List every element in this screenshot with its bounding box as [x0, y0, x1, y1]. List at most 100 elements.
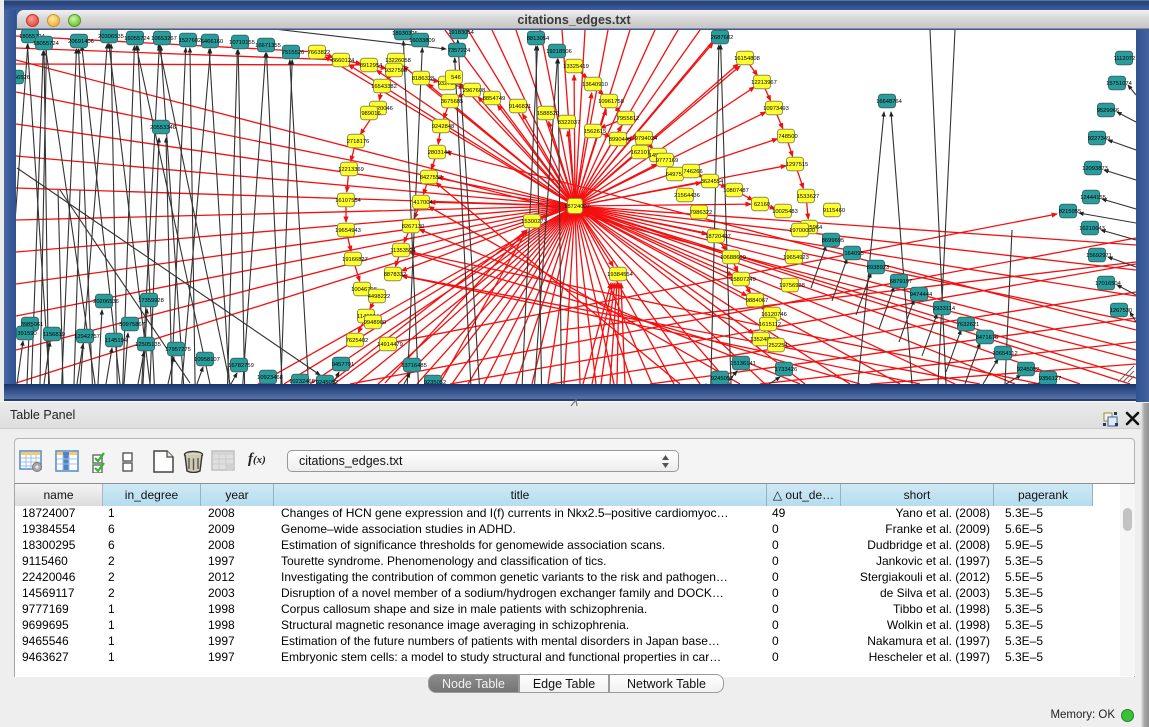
svg-text:15807249: 15807249 — [730, 277, 756, 283]
svg-text:9115460: 9115460 — [823, 208, 845, 214]
svg-text:16648764: 16648764 — [876, 99, 903, 105]
svg-text:16671355: 16671355 — [255, 43, 281, 49]
svg-text:18055724: 18055724 — [33, 41, 60, 47]
svg-text:9227349: 9227349 — [1088, 136, 1111, 142]
svg-text:30975867: 30975867 — [119, 322, 145, 328]
svg-text:7632621: 7632621 — [957, 322, 980, 328]
svg-text:20553346: 20553346 — [150, 125, 176, 131]
svg-text:8854749: 8854749 — [483, 96, 506, 102]
svg-text:1615112: 1615112 — [759, 322, 781, 328]
svg-text:8660124: 8660124 — [332, 58, 355, 64]
svg-text:9457791: 9457791 — [332, 362, 355, 368]
svg-text:11353594: 11353594 — [390, 248, 416, 254]
svg-text:16055724: 16055724 — [124, 36, 151, 42]
svg-text:9235052: 9235052 — [424, 380, 447, 384]
svg-text:1562615: 1562615 — [584, 129, 607, 135]
svg-text:10653267: 10653267 — [151, 36, 177, 42]
svg-text:10973493: 10973493 — [763, 106, 789, 112]
svg-text:989016: 989016 — [361, 111, 380, 117]
svg-text:1145194: 1145194 — [105, 338, 128, 344]
svg-text:9356127: 9356127 — [1039, 376, 1062, 382]
svg-text:20206536: 20206536 — [93, 299, 119, 305]
svg-text:19166827: 19166827 — [342, 257, 368, 263]
svg-text:10688609: 10688609 — [720, 255, 746, 261]
svg-text:4498222: 4498222 — [368, 294, 391, 300]
svg-text:16543382: 16543382 — [371, 84, 397, 90]
svg-text:21564436: 21564436 — [674, 193, 700, 199]
svg-text:9327500: 9327500 — [385, 68, 408, 74]
svg-text:9777169: 9777169 — [656, 158, 679, 164]
svg-text:19654943: 19654943 — [335, 228, 361, 234]
svg-text:16107554: 16107554 — [335, 198, 362, 204]
svg-text:15692971: 15692971 — [1086, 253, 1112, 259]
svg-text:19756928: 19756928 — [779, 283, 805, 289]
svg-text:9146821: 9146821 — [509, 104, 532, 110]
svg-text:9529966: 9529966 — [1097, 108, 1120, 114]
svg-text:16210643: 16210643 — [1079, 226, 1105, 232]
svg-text:19384554: 19384554 — [607, 272, 634, 278]
svg-text:12213369: 12213369 — [338, 167, 364, 173]
svg-text:391590: 391590 — [17, 331, 36, 337]
svg-text:748500: 748500 — [778, 134, 797, 140]
svg-text:9245052: 9245052 — [711, 376, 734, 382]
svg-text:9245052: 9245052 — [316, 380, 339, 384]
svg-text:19183054: 19183054 — [448, 30, 475, 36]
svg-text:2718176: 2718176 — [347, 139, 370, 145]
svg-text:12093873: 12093873 — [1082, 166, 1108, 172]
svg-text:252254: 252254 — [768, 343, 788, 349]
svg-text:10961758: 10961758 — [598, 99, 624, 105]
svg-text:9474444: 9474444 — [910, 292, 933, 298]
svg-text:6879197: 6879197 — [890, 279, 913, 285]
svg-text:16033809: 16033809 — [409, 38, 435, 44]
svg-text:8699695: 8699695 — [822, 238, 845, 244]
svg-text:8215955: 8215955 — [1059, 209, 1082, 215]
svg-text:10807487: 10807487 — [723, 188, 749, 194]
svg-text:10958107: 10958107 — [194, 357, 220, 363]
svg-text:7625402: 7625402 — [346, 338, 369, 344]
svg-text:7663822: 7663822 — [308, 50, 331, 56]
svg-text:1533627: 1533627 — [797, 194, 820, 200]
svg-text:16154808: 16154808 — [734, 56, 760, 62]
svg-text:8938923: 8938923 — [867, 265, 890, 271]
svg-text:62160: 62160 — [754, 202, 770, 208]
svg-text:164095: 164095 — [844, 251, 863, 257]
svg-text:10923468: 10923468 — [257, 375, 283, 381]
svg-text:9242848: 9242848 — [432, 124, 455, 130]
svg-text:8427552: 8427552 — [420, 175, 443, 181]
svg-text:13640910: 13640910 — [582, 82, 608, 88]
svg-text:2967608: 2967608 — [463, 88, 486, 94]
svg-text:19700000: 19700000 — [789, 228, 815, 234]
svg-text:8471676: 8471676 — [976, 335, 999, 341]
svg-text:15136141: 15136141 — [730, 361, 756, 367]
svg-text:8990448: 8990448 — [609, 137, 632, 143]
svg-text:1297515: 1297515 — [786, 162, 809, 168]
svg-text:9794024: 9794024 — [635, 136, 658, 142]
svg-text:26166526: 26166526 — [16, 75, 30, 81]
svg-text:8322037: 8322037 — [558, 120, 581, 126]
svg-text:17359928: 17359928 — [138, 298, 164, 304]
svg-text:20691406: 20691406 — [68, 39, 94, 45]
svg-text:9245052: 9245052 — [1017, 367, 1040, 373]
svg-text:1156819: 1156819 — [43, 332, 65, 338]
svg-text:3624554: 3624554 — [701, 179, 724, 185]
svg-text:18724007: 18724007 — [564, 204, 590, 210]
svg-text:13325419: 13325419 — [563, 64, 589, 70]
svg-text:12444155: 12444155 — [1080, 195, 1106, 201]
svg-text:18720407: 18720407 — [705, 234, 731, 240]
svg-text:17016504: 17016504 — [1095, 281, 1122, 287]
svg-text:546: 546 — [451, 75, 461, 81]
svg-text:10719155: 10719155 — [229, 40, 255, 46]
svg-text:7357224: 7357224 — [448, 48, 471, 54]
svg-text:9948900: 9948900 — [364, 320, 387, 326]
svg-text:1733426: 1733426 — [775, 367, 798, 373]
svg-text:2803144: 2803144 — [428, 150, 451, 156]
svg-text:11120721: 11120721 — [1114, 56, 1136, 62]
svg-text:7955812: 7955812 — [617, 116, 640, 122]
svg-text:10025483: 10025483 — [772, 209, 798, 215]
svg-text:19654923: 19654923 — [783, 255, 809, 261]
svg-text:2933114: 2933114 — [933, 306, 956, 312]
svg-text:8813054: 8813054 — [527, 36, 550, 42]
svg-text:8186328: 8186328 — [412, 76, 435, 82]
svg-text:9884067: 9884067 — [746, 298, 769, 304]
svg-text:746266: 746266 — [683, 169, 702, 175]
